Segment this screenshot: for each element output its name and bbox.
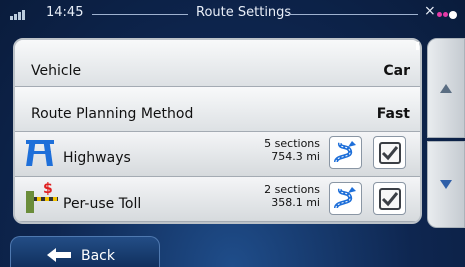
setting-label: Per-use Toll (63, 196, 142, 212)
setting-label: Route Planning Method (31, 106, 194, 122)
scroll-down-button[interactable] (427, 141, 465, 228)
setting-row-highways[interactable]: Highways 5 sections 754.3 mi (15, 132, 420, 177)
highway-icon (26, 140, 54, 166)
page-title: Route Settings (196, 5, 292, 20)
setting-row-toll[interactable]: $ Per-use Toll 2 sections 358.1 mi (15, 177, 420, 222)
setting-row-route-planning[interactable]: Route Planning Method Fast (15, 87, 420, 132)
down-arrow-icon (440, 180, 452, 189)
up-arrow-icon (440, 84, 452, 93)
route-icon (334, 141, 356, 163)
route-settings-screen: 14:45 Route Settings ⨯ Vehicle Car Route… (0, 0, 465, 267)
route-icon (334, 187, 356, 209)
toll-icon: $ (26, 181, 58, 213)
toll-route-button[interactable] (329, 182, 362, 215)
back-button[interactable]: Back (10, 236, 160, 267)
highway-checkbox[interactable] (373, 136, 406, 169)
scroll-position-indicator (416, 42, 419, 50)
setting-value: Car (383, 63, 410, 79)
toll-sections: 2 sections (264, 183, 320, 196)
setting-value: Fast (376, 106, 410, 122)
highway-route-button[interactable] (329, 136, 362, 169)
check-icon (379, 142, 401, 164)
settings-list: Vehicle Car Route Planning Method Fast H… (13, 38, 422, 224)
status-bar: 14:45 Route Settings ⨯ (0, 0, 465, 28)
setting-label: Vehicle (31, 63, 82, 79)
highway-sections: 5 sections (264, 137, 320, 150)
gps-status-icon (437, 7, 458, 22)
svg-text:$: $ (43, 181, 53, 197)
highway-distance: 754.3 mi (271, 150, 320, 163)
back-arrow-icon (47, 248, 71, 262)
toll-checkbox[interactable] (373, 182, 406, 215)
scroll-up-button[interactable] (427, 38, 465, 138)
clock-time: 14:45 (46, 5, 84, 20)
status-divider (288, 14, 418, 15)
setting-row-vehicle[interactable]: Vehicle Car (15, 40, 420, 87)
setting-label: Highways (63, 150, 131, 166)
signal-icon (10, 10, 28, 20)
satellite-icon: ⨯ (424, 3, 436, 19)
toll-distance: 358.1 mi (271, 196, 320, 209)
check-icon (379, 188, 401, 210)
status-divider (92, 14, 188, 15)
back-label: Back (81, 248, 115, 264)
